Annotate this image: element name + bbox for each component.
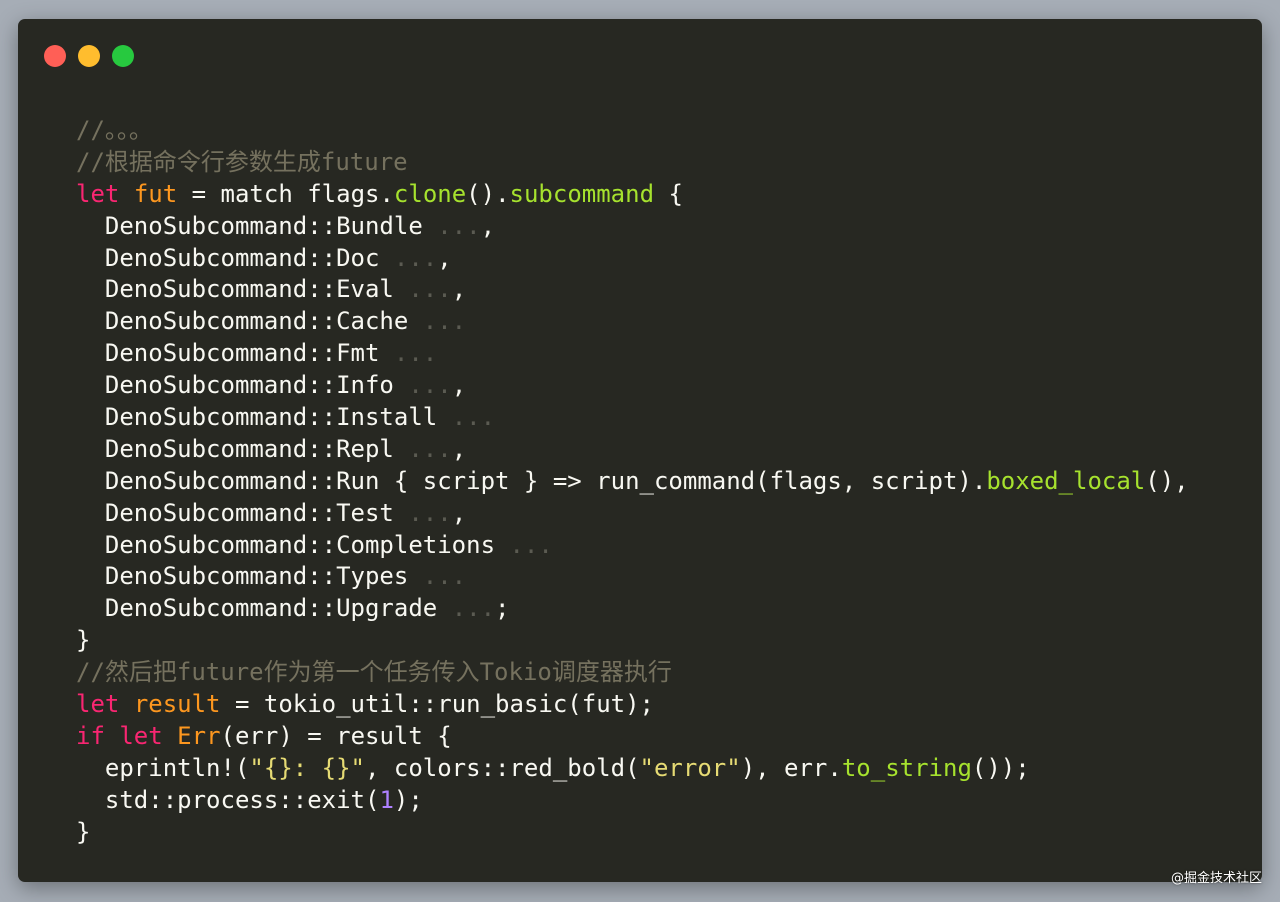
code-line: DenoSubcommand::Eval ..., — [76, 274, 1189, 306]
code-line: DenoSubcommand::Install ... — [76, 402, 1189, 434]
code-token: to_string — [841, 753, 972, 782]
code-token: let — [119, 721, 163, 750]
code-token: ... — [393, 339, 438, 368]
code-token: (). — [466, 179, 510, 208]
code-line: DenoSubcommand::Bundle ..., — [76, 211, 1189, 243]
window-controls — [44, 45, 134, 67]
code-line: DenoSubcommand::Cache ... — [76, 306, 1189, 338]
code-token: let — [76, 179, 120, 208]
code-token: //然后把future作为第一个任务传入Tokio调度器执行 — [76, 658, 672, 687]
code-block: //。。。 //根据命令行参数生成future let fut = match fl… — [76, 115, 1189, 848]
code-line: DenoSubcommand::Info ..., — [76, 370, 1189, 402]
close-button[interactable] — [44, 45, 66, 67]
code-token: DenoSubcommand::Test — [76, 498, 409, 527]
code-token: ; — [495, 594, 510, 623]
code-token: } — [76, 626, 91, 655]
code-line: //。。。 — [76, 115, 1189, 147]
code-line: DenoSubcommand::Fmt ... — [76, 338, 1189, 370]
code-token: DenoSubcommand::Upgrade — [76, 594, 452, 623]
code-token: , — [437, 243, 452, 272]
code-line: DenoSubcommand::Upgrade ...; — [76, 593, 1189, 625]
code-line: DenoSubcommand::Types ... — [76, 561, 1189, 593]
code-token: ... — [509, 530, 553, 559]
code-token: DenoSubcommand::Types — [76, 562, 423, 591]
code-line: DenoSubcommand::Test ..., — [76, 498, 1189, 530]
code-line: //根据命令行参数生成future — [76, 147, 1189, 179]
code-token: ()); — [971, 753, 1030, 782]
code-token: result — [133, 690, 221, 719]
code-line: std::process::exit(1); — [76, 785, 1189, 817]
code-token: eprintln!( — [76, 753, 250, 782]
code-line: } — [76, 817, 1189, 849]
minimize-button[interactable] — [78, 45, 100, 67]
code-token: boxed_local — [986, 466, 1146, 495]
code-token: "{}: {}" — [249, 753, 365, 782]
code-token: "error" — [639, 753, 741, 782]
code-token: ); — [393, 785, 423, 814]
code-token: DenoSubcommand::Doc — [76, 243, 394, 272]
code-line: DenoSubcommand::Run { script } => run_co… — [76, 466, 1189, 498]
code-token: DenoSubcommand::Completions — [76, 530, 510, 559]
code-token: , colors::red_bold( — [364, 753, 640, 782]
code-token: ... — [393, 243, 438, 272]
code-token: ... — [451, 594, 496, 623]
code-token: 1 — [379, 785, 394, 814]
code-token: ... — [408, 275, 452, 304]
code-token: } — [76, 817, 91, 846]
code-token: ), err. — [740, 753, 842, 782]
code-token: , — [451, 434, 467, 463]
code-token: ... — [408, 434, 452, 463]
code-token: DenoSubcommand::Info — [76, 371, 409, 400]
code-line: let fut = match flags.clone().subcommand… — [76, 179, 1189, 211]
code-token: ... — [408, 371, 452, 400]
code-line: let result = tokio_util::run_basic(fut); — [76, 689, 1189, 721]
code-token: ... — [437, 211, 481, 240]
code-token: //。。。 — [76, 116, 153, 144]
code-token: , — [451, 275, 467, 304]
code-token: Err — [177, 721, 221, 750]
code-token: DenoSubcommand::Run { script } => run_co… — [76, 466, 987, 495]
code-token: , — [480, 211, 496, 240]
code-token: = tokio_util::run_basic(fut); — [220, 690, 654, 719]
code-token: ... — [422, 307, 467, 336]
code-line: } — [76, 625, 1189, 657]
code-line: DenoSubcommand::Completions ... — [76, 530, 1189, 562]
code-token: (err) = result { — [220, 721, 452, 750]
code-token: ... — [422, 562, 467, 591]
code-line: eprintln!("{}: {}", colors::red_bold("er… — [76, 753, 1189, 785]
code-token: DenoSubcommand::Fmt — [76, 339, 394, 368]
code-token: { — [654, 179, 683, 208]
code-token: = match flags. — [177, 179, 394, 208]
maximize-button[interactable] — [112, 45, 134, 67]
code-token: let — [76, 690, 120, 719]
code-token: (), — [1145, 466, 1189, 495]
code-window: //。。。 //根据命令行参数生成future let fut = match fl… — [18, 19, 1262, 882]
code-token: DenoSubcommand::Repl — [76, 434, 409, 463]
code-token: DenoSubcommand::Install — [76, 403, 452, 432]
code-token: DenoSubcommand::Eval — [76, 275, 409, 304]
code-line: //然后把future作为第一个任务传入Tokio调度器执行 — [76, 657, 1189, 689]
code-token: ... — [451, 403, 496, 432]
code-token: if — [76, 721, 105, 750]
code-token: , — [451, 498, 467, 527]
code-token: DenoSubcommand::Cache — [76, 307, 423, 336]
code-token: DenoSubcommand::Bundle — [76, 211, 438, 240]
code-token: , — [451, 371, 467, 400]
code-token: ... — [408, 498, 452, 527]
code-token: subcommand — [509, 179, 655, 208]
code-token: clone — [393, 179, 467, 208]
code-token: std::process::exit( — [76, 785, 380, 814]
watermark: @掘金技术社区 — [1170, 871, 1262, 886]
code-line: DenoSubcommand::Doc ..., — [76, 243, 1189, 275]
code-line: DenoSubcommand::Repl ..., — [76, 434, 1189, 466]
code-token: fut — [133, 179, 178, 208]
code-line: if let Err(err) = result { — [76, 721, 1189, 753]
code-token: //根据命令行参数生成future — [76, 147, 408, 176]
